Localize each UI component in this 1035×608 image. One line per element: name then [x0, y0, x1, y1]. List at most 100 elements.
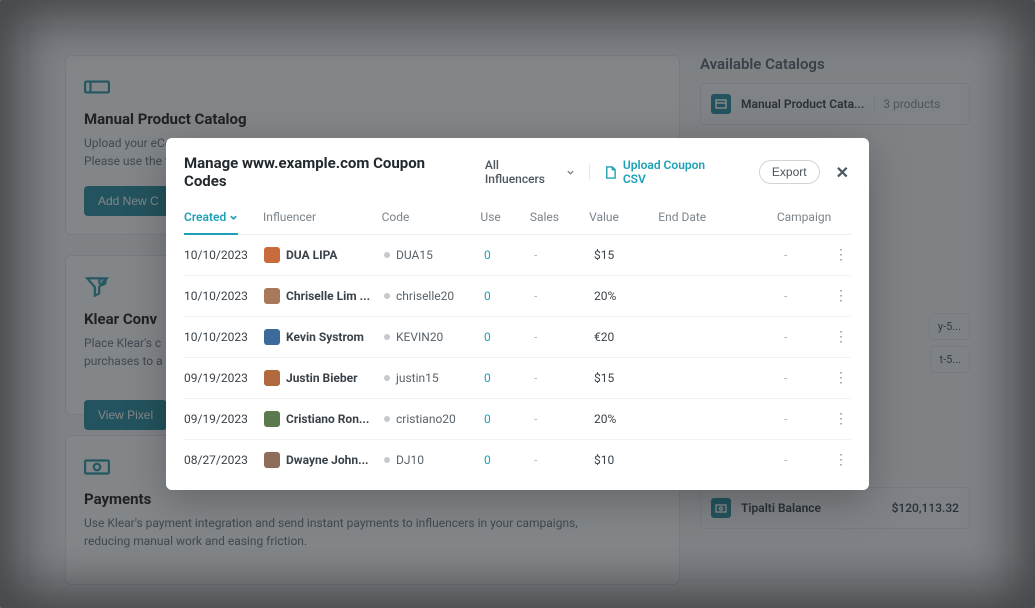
- row-more-button[interactable]: ⋮: [831, 453, 851, 467]
- cell-created: 09/19/2023: [184, 412, 264, 426]
- cell-code: DUA15: [384, 248, 484, 262]
- th-end-date[interactable]: End Date: [658, 210, 777, 224]
- cell-campaign: -: [784, 330, 831, 344]
- chevron-down-icon: [566, 168, 575, 177]
- row-more-button[interactable]: ⋮: [831, 412, 851, 426]
- th-use[interactable]: Use: [480, 210, 529, 224]
- cell-value: 20%: [594, 289, 664, 303]
- cell-code: chriselle20: [384, 289, 484, 303]
- influencer-name: Cristiano Ron...: [286, 412, 369, 426]
- influencer-name: Dwayne John...: [286, 453, 369, 467]
- more-vertical-icon: ⋮: [834, 452, 848, 468]
- cell-campaign: -: [784, 453, 831, 467]
- influencer-filter-select[interactable]: All Influencers: [485, 158, 575, 186]
- avatar: [264, 288, 280, 304]
- cell-use[interactable]: 0: [484, 289, 534, 303]
- th-value[interactable]: Value: [589, 210, 658, 224]
- cell-use[interactable]: 0: [484, 371, 534, 385]
- more-vertical-icon: ⋮: [834, 370, 848, 386]
- th-created[interactable]: Created: [184, 210, 238, 235]
- export-button[interactable]: Export: [759, 160, 820, 184]
- cell-influencer[interactable]: Chriselle Lim ...: [264, 288, 384, 304]
- modal-header: Manage www.example.com Coupon Codes All …: [166, 138, 869, 204]
- cell-code: DJ10: [384, 453, 484, 467]
- cell-value: $15: [594, 248, 664, 262]
- th-created-label: Created: [184, 210, 226, 224]
- code-value: KEVIN20: [396, 330, 443, 344]
- cell-created: 10/10/2023: [184, 248, 264, 262]
- cell-use[interactable]: 0: [484, 453, 534, 467]
- row-more-button[interactable]: ⋮: [831, 330, 851, 344]
- status-dot-icon: [384, 375, 390, 381]
- cell-use[interactable]: 0: [484, 330, 534, 344]
- avatar: [264, 411, 280, 427]
- row-more-button[interactable]: ⋮: [831, 248, 851, 262]
- cell-sales: -: [534, 289, 594, 303]
- influencer-name: Justin Bieber: [286, 371, 357, 385]
- cell-value: €20: [594, 330, 664, 344]
- upload-coupon-csv-link[interactable]: Upload Coupon CSV: [604, 158, 731, 186]
- influencer-name: DUA LIPA: [286, 248, 337, 262]
- avatar: [264, 329, 280, 345]
- code-value: DUA15: [396, 248, 433, 262]
- status-dot-icon: [384, 334, 390, 340]
- cell-created: 10/10/2023: [184, 330, 264, 344]
- avatar: [264, 452, 280, 468]
- cell-campaign: -: [784, 412, 831, 426]
- table-body: 10/10/2023DUA LIPADUA150-$15-⋮10/10/2023…: [184, 235, 851, 480]
- cell-influencer[interactable]: Dwayne John...: [264, 452, 384, 468]
- cell-created: 08/27/2023: [184, 453, 264, 467]
- table-row: 10/10/2023Kevin SystromKEVIN200-€20-⋮: [184, 317, 851, 358]
- cell-influencer[interactable]: Kevin Systrom: [264, 329, 384, 345]
- modal-title: Manage www.example.com Coupon Codes: [184, 154, 471, 190]
- table-header-row: Created Influencer Code Use Sales Value …: [184, 204, 851, 234]
- cell-created: 09/19/2023: [184, 371, 264, 385]
- code-value: chriselle20: [396, 289, 454, 303]
- cell-use[interactable]: 0: [484, 248, 534, 262]
- cell-influencer[interactable]: Justin Bieber: [264, 370, 384, 386]
- th-sales[interactable]: Sales: [530, 210, 589, 224]
- file-icon: [604, 166, 617, 179]
- th-influencer[interactable]: Influencer: [263, 210, 382, 224]
- cell-use[interactable]: 0: [484, 412, 534, 426]
- coupon-table: Created Influencer Code Use Sales Value …: [166, 204, 869, 490]
- influencer-name: Kevin Systrom: [286, 330, 364, 344]
- coupon-codes-modal: Manage www.example.com Coupon Codes All …: [166, 138, 869, 490]
- more-vertical-icon: ⋮: [834, 411, 848, 427]
- influencer-filter-label: All Influencers: [485, 158, 562, 186]
- table-row: 10/10/2023Chriselle Lim ...chriselle200-…: [184, 276, 851, 317]
- cell-code: KEVIN20: [384, 330, 484, 344]
- cell-sales: -: [534, 371, 594, 385]
- table-row: 09/19/2023Justin Bieberjustin150-$15-⋮: [184, 358, 851, 399]
- more-vertical-icon: ⋮: [834, 288, 848, 304]
- cell-influencer[interactable]: Cristiano Ron...: [264, 411, 384, 427]
- divider: [589, 164, 590, 180]
- cell-sales: -: [534, 412, 594, 426]
- close-icon[interactable]: ✕: [834, 163, 851, 182]
- upload-csv-label: Upload Coupon CSV: [623, 158, 731, 186]
- table-row: 08/27/2023Dwayne John...DJ100-$10-⋮: [184, 440, 851, 480]
- cell-campaign: -: [784, 248, 831, 262]
- row-more-button[interactable]: ⋮: [831, 289, 851, 303]
- status-dot-icon: [384, 416, 390, 422]
- table-row: 09/19/2023Cristiano Ron...cristiano200-2…: [184, 399, 851, 440]
- table-row: 10/10/2023DUA LIPADUA150-$15-⋮: [184, 235, 851, 276]
- cell-influencer[interactable]: DUA LIPA: [264, 247, 384, 263]
- cell-campaign: -: [784, 289, 831, 303]
- code-value: cristiano20: [396, 412, 456, 426]
- avatar: [264, 370, 280, 386]
- cell-campaign: -: [784, 371, 831, 385]
- influencer-name: Chriselle Lim ...: [286, 289, 370, 303]
- more-vertical-icon: ⋮: [834, 247, 848, 263]
- avatar: [264, 247, 280, 263]
- cell-value: $15: [594, 371, 664, 385]
- more-vertical-icon: ⋮: [834, 329, 848, 345]
- chevron-down-icon: [229, 213, 238, 222]
- th-code[interactable]: Code: [382, 210, 481, 224]
- code-value: justin15: [396, 371, 439, 385]
- row-more-button[interactable]: ⋮: [831, 371, 851, 385]
- th-campaign[interactable]: Campaign: [777, 210, 831, 224]
- cell-code: justin15: [384, 371, 484, 385]
- status-dot-icon: [384, 252, 390, 258]
- cell-sales: -: [534, 453, 594, 467]
